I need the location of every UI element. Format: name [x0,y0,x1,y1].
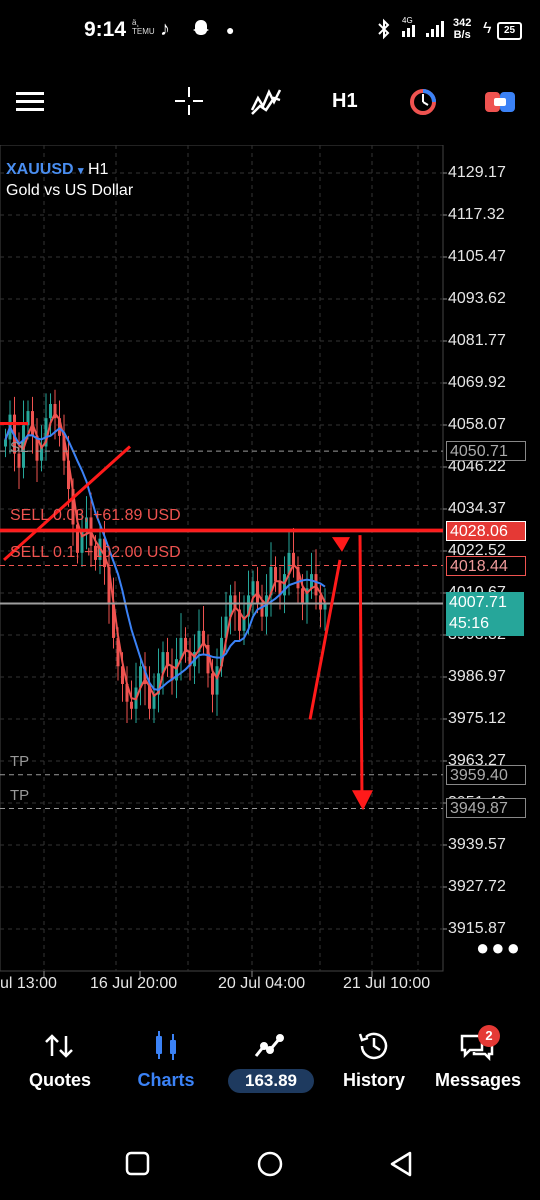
system-nav-bar [0,1130,540,1200]
order-label-1: SELL 0.03, +61.89 USD [10,507,181,525]
price-axis-label: 3939.57 [448,836,506,853]
order-1-text: SELL 0.03, +61.89 USD [10,507,181,524]
crosshair-icon[interactable] [174,86,204,121]
bar-countdown: 45:16 [449,615,490,632]
more-options-icon[interactable]: ●●● [476,935,522,961]
charts-icon [146,1028,186,1064]
time-label-4: 21 Jul 10:00 [343,975,431,992]
menu-icon[interactable] [16,88,46,119]
candle-body [274,567,277,582]
home-button[interactable] [256,1150,284,1183]
status-bar: 9:14 ä¸ TEMU ♪ ● 4G 342 B/s ϟ 25 [0,0,540,60]
candle-body [251,581,255,596]
candle-body [211,673,214,695]
nav-history[interactable]: History [320,1020,428,1100]
sl-price-tag: 4050.71 [446,441,526,461]
order-2-text: SELL 0.1, +102.00 USD [10,544,181,561]
net-speed-value: 342 [453,17,472,29]
snapchat-icon [190,18,212,46]
price-axis-label: 4081.77 [448,332,506,349]
annotation-down-arrow-shaft [358,535,364,801]
price-axis-label: 4093.62 [448,290,506,307]
bid-price: 4007.71 [449,594,507,611]
price-axis-label: 3927.72 [448,878,506,895]
tp-label-2: TP [10,787,30,804]
status-time: 9:14 [84,18,127,41]
annotation-down-arrow-head [352,790,373,811]
back-button[interactable] [388,1150,414,1183]
one-click-trading-icon[interactable] [408,87,438,122]
price-axis-label: 4058.07 [448,416,506,433]
nav-quotes[interactable]: Quotes [6,1020,114,1100]
time-label-3: 20 Jul 04:00 [218,975,306,992]
nav-messages-label: Messages [434,1070,522,1090]
current-line-price-tag: 4028.06 [446,521,526,541]
symbol-description: Gold vs US Dollar [6,182,134,199]
dot-icon: ● [226,22,235,38]
trade-toggle-icon[interactable] [484,89,516,120]
tp-price-tag-2: 3949.87 [446,798,526,818]
order-label-2: SELL 0.1, +102.00 USD [10,544,181,562]
price-axis-label: 3975.12 [448,710,506,727]
chart-symbol[interactable]: XAUUSD ▾ H1 [6,161,108,179]
candle-body [49,403,52,419]
order-2-price-tag: 4018.44 [446,556,526,576]
tiktok-icon: ♪ [160,18,170,40]
battery-level: 25 [497,22,522,40]
symbol-dropdown-icon[interactable]: ▾ [78,165,84,177]
charging-icon: ϟ [483,20,492,37]
price-axis-label: 4117.32 [448,206,505,223]
sl-label: SL [10,439,29,456]
net-speed: 342 B/s [453,17,471,41]
candle-body [4,439,7,447]
messages-badge: 2 [478,1025,500,1047]
nav-charts-label: Charts [137,1070,195,1090]
trade-icon [250,1028,290,1064]
price-axis-label: 4034.37 [448,500,506,517]
signal-icon: 4G [400,15,450,47]
symbol-timeframe: H1 [88,161,109,178]
time-label-2: 16 Jul 20:00 [90,975,178,992]
price-axis-label: 3986.97 [448,668,506,685]
time-label-1: ul 13:00 [0,975,57,992]
symbol-name[interactable]: XAUUSD [6,161,74,178]
candle-body [215,666,219,695]
indicators-icon[interactable] [250,86,282,121]
quotes-icon [40,1028,80,1064]
timeframe-button[interactable]: H1 [332,90,358,113]
bluetooth-icon [376,18,392,46]
equity-balance[interactable]: 163.89 [228,1069,314,1093]
recents-button[interactable] [125,1151,151,1182]
price-axis-label: 4105.47 [448,248,506,265]
candle-body [260,602,264,617]
nav-charts[interactable]: Charts [112,1020,220,1100]
tp-label-1: TP [10,753,30,770]
mini-label-bottom: TEMU [132,27,155,36]
price-axis-label: 4129.17 [448,164,506,181]
bid-price-tag: 4007.71 45:16 [446,592,524,636]
candle-body [130,701,133,709]
chart-toolbar: H1 [0,70,540,134]
candle-body [314,574,318,596]
chart-area[interactable]: XAUUSD ▾ H1 Gold vs US Dollar SL SELL 0.… [0,145,540,995]
candle-body [301,588,304,603]
nav-history-label: History [342,1070,405,1090]
network-type: 4G [402,16,413,25]
tp-price-tag-1: 3959.40 [446,765,526,785]
mini-label-top: ä¸ [132,18,140,27]
nav-quotes-label: Quotes [28,1070,91,1090]
annotation-up-arrow-head [332,537,350,552]
net-speed-unit: B/s [453,29,471,41]
temu-notification: ä¸ TEMU [132,18,155,36]
history-icon [354,1028,394,1064]
price-axis-label: 4069.92 [448,374,506,391]
